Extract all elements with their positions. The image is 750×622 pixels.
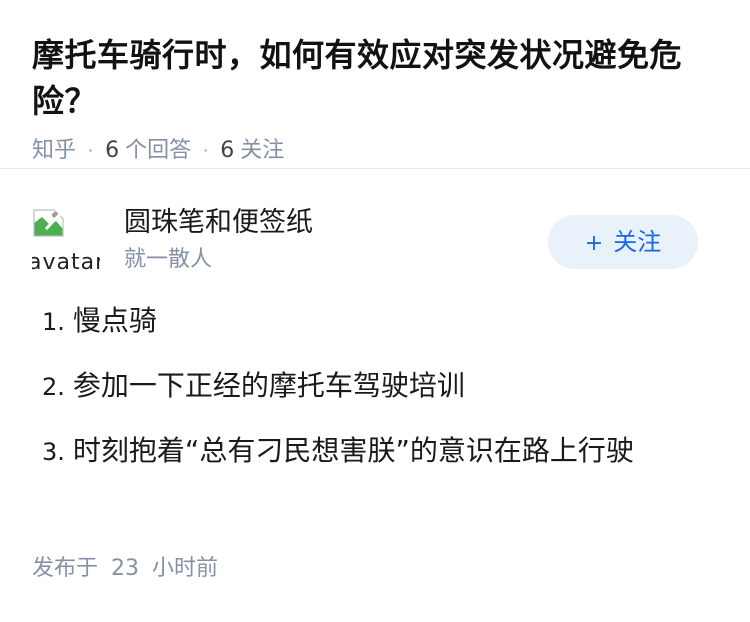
- followers-count: 6: [220, 138, 235, 163]
- plus-icon: +: [584, 231, 604, 256]
- list-item-text: 时刻抱着“总有刁民想害朕”的意识在路上行驶: [72, 434, 634, 467]
- list-item-index: 1.: [42, 308, 65, 336]
- answers-label: 个回答: [125, 138, 192, 163]
- list-item-text: 慢点骑: [72, 304, 157, 337]
- avatar[interactable]: avatar: [32, 209, 100, 277]
- question-meta: 知乎 · 6 个回答 · 6 关注: [32, 136, 718, 166]
- author-card: avatar 圆珠笔和便签纸 就一散人 + 关注: [0, 169, 750, 279]
- separator-dot: ·: [88, 141, 94, 160]
- broken-image-icon: [33, 209, 64, 237]
- avatar-alt-text: avatar: [32, 250, 100, 275]
- list-item-index: 2.: [42, 373, 65, 401]
- author-name[interactable]: 圆珠笔和便签纸: [124, 205, 313, 241]
- list-item: 2. 参加一下正经的摩托车驾驶培训: [42, 366, 750, 407]
- answer-content: 1. 慢点骑 2. 参加一下正经的摩托车驾驶培训 3. 时刻抱着“总有刁民想害朕”的意…: [0, 279, 750, 472]
- answer-page: 摩托车骑行时，如何有效应对突发状况避免危险？ 知乎 · 6 个回答 · 6 关注…: [0, 0, 750, 622]
- publish-prefix: 发布于: [32, 556, 99, 581]
- source-label: 知乎: [32, 138, 77, 163]
- publish-suffix: 小时前: [152, 556, 219, 581]
- followers-label: 关注: [240, 138, 285, 163]
- publish-time: 发布于 23 小时前: [32, 554, 218, 584]
- list-item: 3. 时刻抱着“总有刁民想害朕”的意识在路上行驶: [42, 431, 750, 472]
- question-header: 摩托车骑行时，如何有效应对突发状况避免危险？ 知乎 · 6 个回答 · 6 关注: [0, 0, 750, 169]
- follow-label: 关注: [613, 228, 662, 256]
- answer-list: 1. 慢点骑 2. 参加一下正经的摩托车驾驶培训 3. 时刻抱着“总有刁民想害朕”的意…: [42, 301, 750, 472]
- publish-hours: 23: [111, 556, 140, 581]
- author-bio: 就一散人: [124, 247, 213, 272]
- answers-count: 6: [105, 138, 120, 163]
- follow-button[interactable]: + 关注: [548, 215, 698, 269]
- question-title[interactable]: 摩托车骑行时，如何有效应对突发状况避免危险？: [32, 32, 718, 124]
- separator-dot: ·: [203, 141, 209, 160]
- list-item-text: 参加一下正经的摩托车驾驶培训: [72, 369, 465, 402]
- list-item-index: 3.: [42, 438, 65, 466]
- list-item: 1. 慢点骑: [42, 301, 750, 342]
